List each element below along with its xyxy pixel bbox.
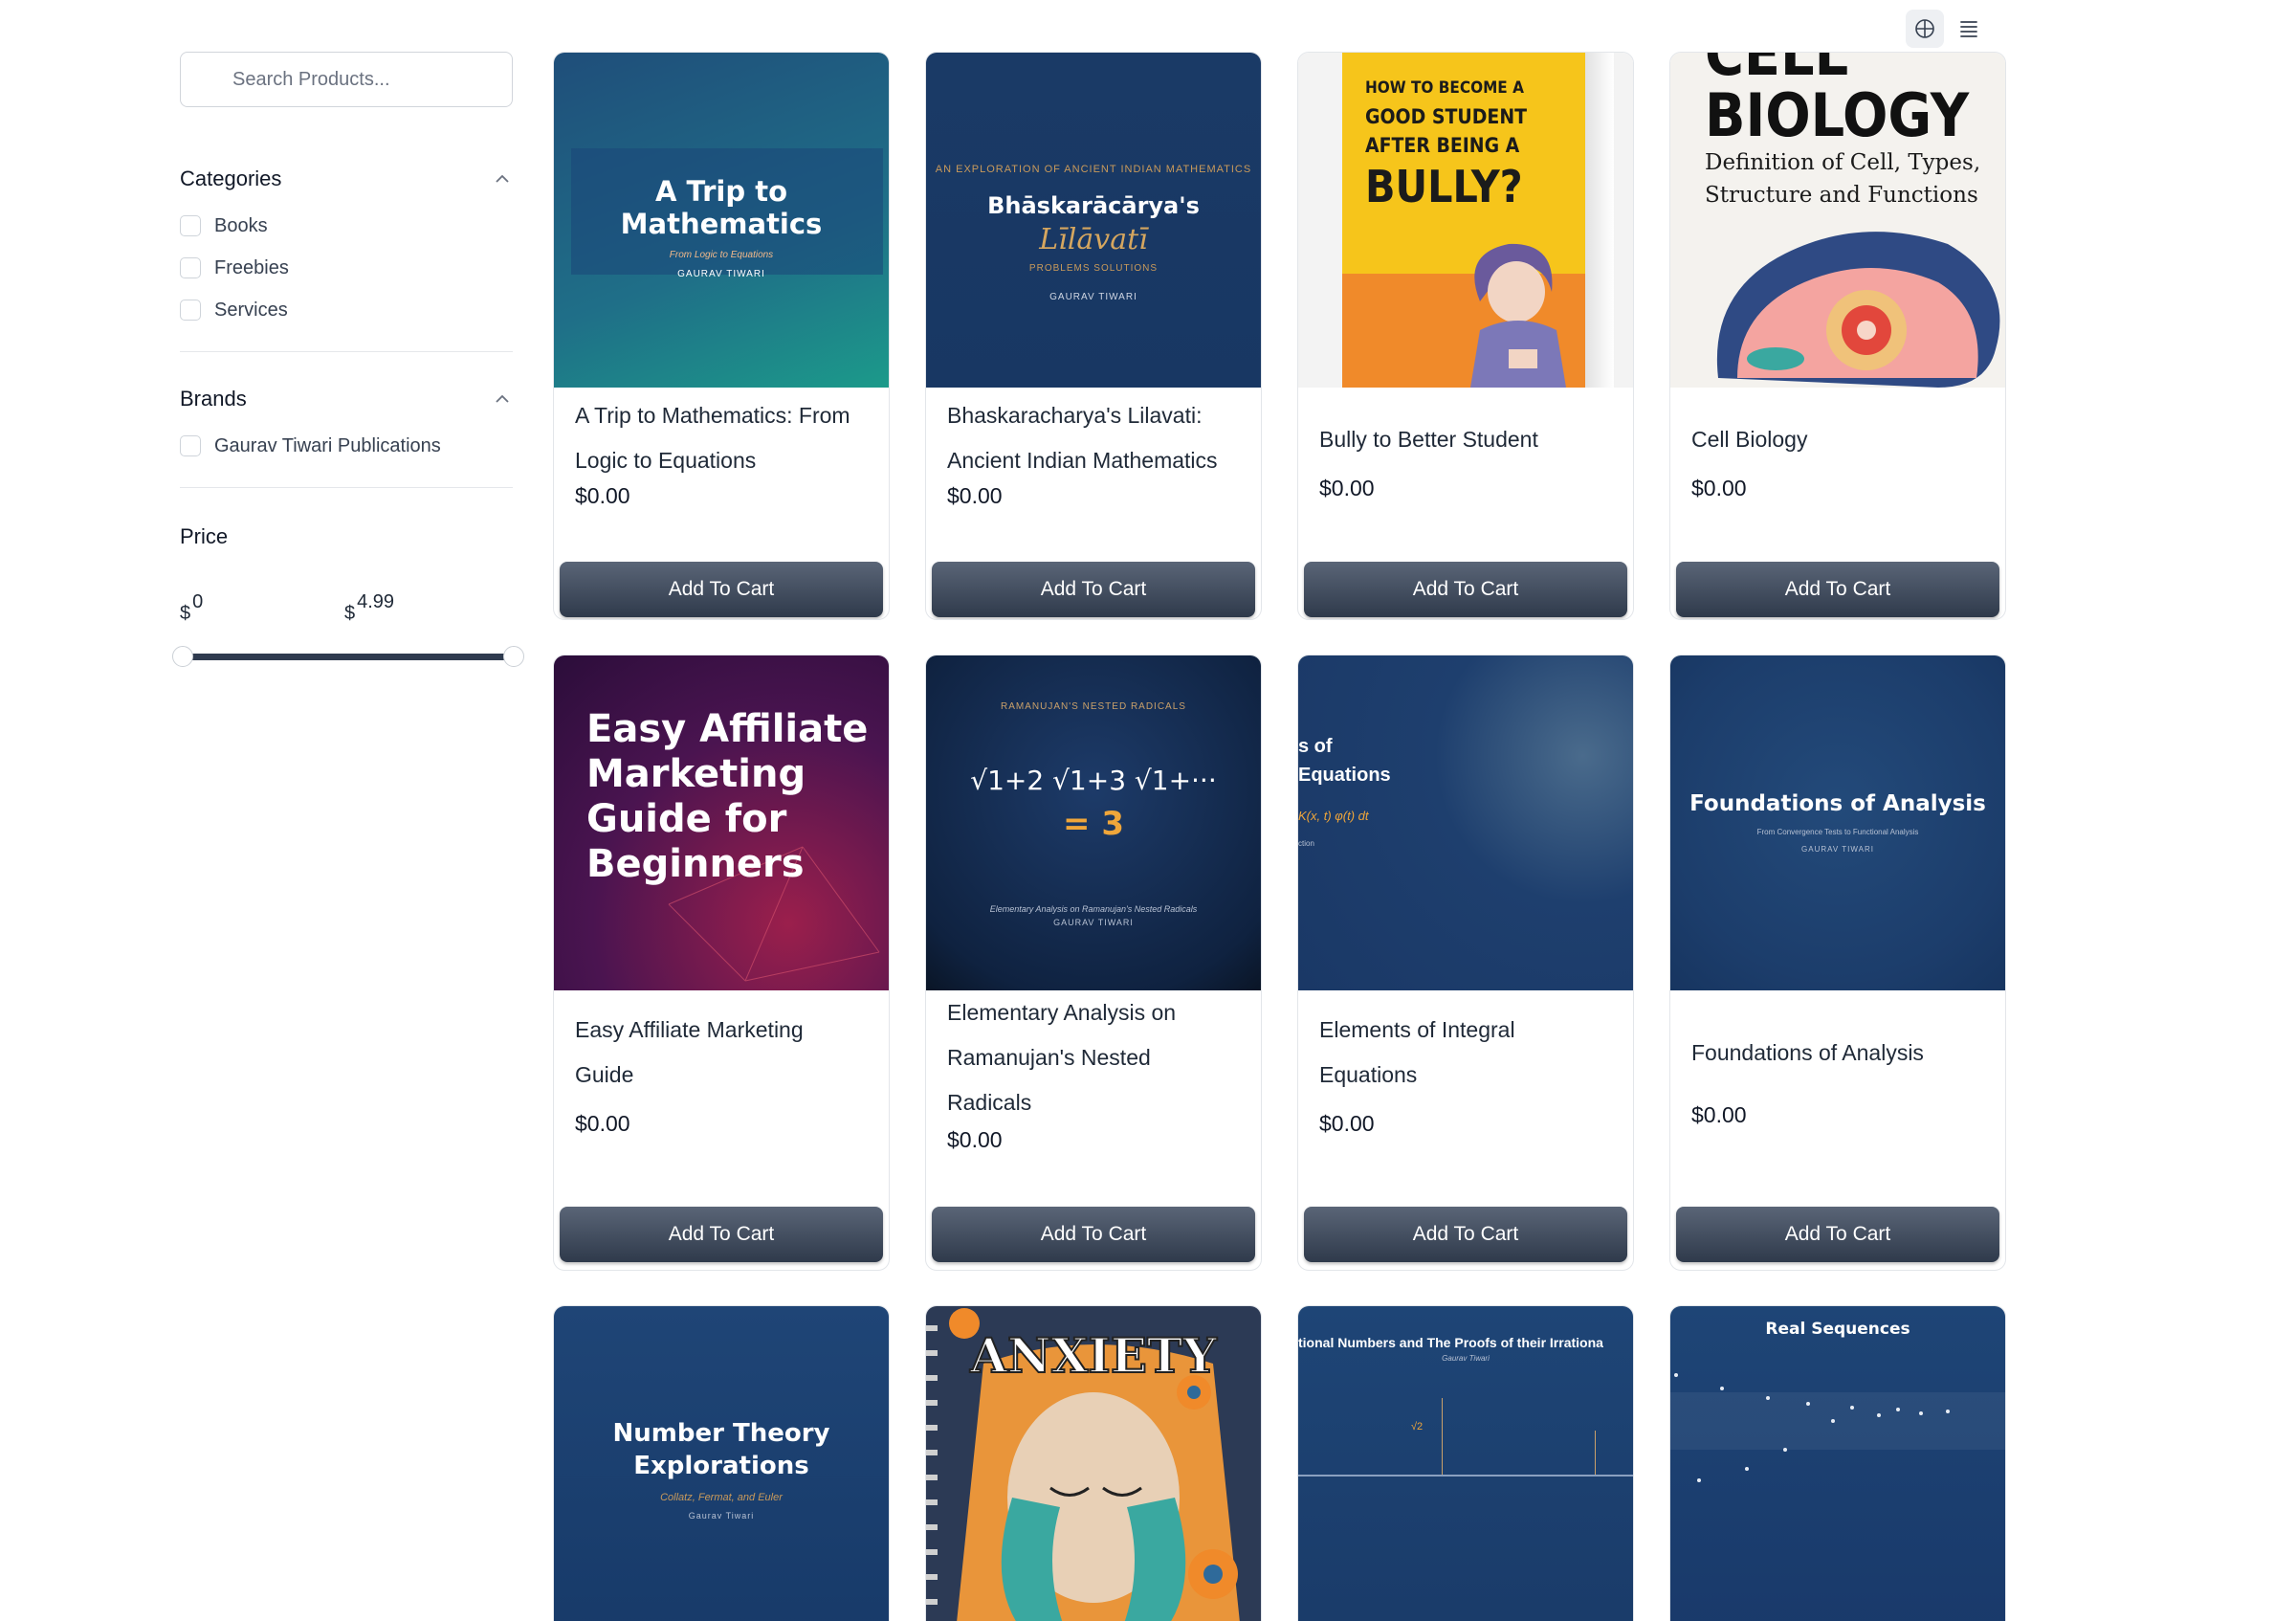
checkbox[interactable] — [180, 257, 201, 278]
product-cover-image[interactable]: tional Numbers and The Proofs of their I… — [1298, 1306, 1633, 1621]
grid-view-button[interactable] — [1906, 10, 1944, 48]
add-to-cart-button[interactable]: Add To Cart — [1304, 562, 1627, 617]
divider — [180, 487, 513, 488]
product-price: $0.00 — [1691, 476, 1747, 500]
product-card: tional Numbers and The Proofs of their I… — [1297, 1305, 1634, 1621]
price-min: $0 — [180, 591, 204, 624]
chevron-up-icon[interactable] — [492, 389, 513, 410]
product-card: Real Sequences — [1669, 1305, 2006, 1621]
product-price: $0.00 — [1319, 476, 1375, 500]
product-title[interactable]: Cell Biology — [1691, 417, 1984, 462]
product-title[interactable]: Easy Affiliate Marketing Guide — [575, 1008, 833, 1098]
product-cover-image[interactable]: HOW TO BECOME A GOOD STUDENT AFTER BEING… — [1298, 53, 1633, 388]
product-card: Easy Affiliate Marketing Guide for Begin… — [553, 655, 890, 1271]
product-card: CELL BIOLOGY Definition of Cell, Types, … — [1669, 52, 2006, 620]
product-card: ANXIETY — [925, 1305, 1262, 1621]
product-price: $0.00 — [1691, 1102, 1747, 1127]
product-card: HOW TO BECOME A GOOD STUDENT AFTER BEING… — [1297, 52, 1634, 620]
product-price: $0.00 — [575, 483, 630, 508]
option-label: Books — [214, 214, 268, 236]
product-cover-image[interactable]: ANXIETY — [926, 1306, 1261, 1621]
option-label: Services — [214, 299, 288, 321]
slider-track — [184, 654, 509, 660]
product-title[interactable]: A Trip to Mathematics: From Logic to Equ… — [575, 393, 868, 483]
add-to-cart-button[interactable]: Add To Cart — [560, 562, 883, 617]
product-price: $0.00 — [947, 483, 1003, 508]
add-to-cart-button[interactable]: Add To Cart — [1304, 1207, 1627, 1262]
categories-title: Categories — [180, 167, 282, 190]
product-cover-image[interactable]: Real Sequences — [1670, 1306, 2005, 1621]
product-title[interactable]: Bully to Better Student — [1319, 417, 1612, 462]
checkbox[interactable] — [180, 435, 201, 456]
add-to-cart-button[interactable]: Add To Cart — [1676, 1207, 1999, 1262]
list-view-icon — [1960, 21, 1977, 37]
list-view-button[interactable] — [1950, 10, 1988, 48]
brands-title: Brands — [180, 387, 247, 411]
product-cover-image[interactable]: A Trip to Mathematics From Logic to Equat… — [554, 53, 889, 388]
brands-header[interactable]: Brands — [180, 383, 513, 415]
price-filter: Price $0 $4.99 — [172, 521, 524, 670]
option-label: Gaurav Tiwari Publications — [214, 434, 441, 456]
brand-option-gaurav-tiwari-publications[interactable]: Gaurav Tiwari Publications — [180, 425, 513, 467]
search-input[interactable]: Search Products... — [180, 52, 513, 107]
product-cover-image[interactable]: AN EXPLORATION OF ANCIENT INDIAN MATHEMA… — [926, 53, 1261, 388]
product-cover-image[interactable]: CELL BIOLOGY Definition of Cell, Types, … — [1670, 53, 2005, 388]
price-header: Price — [180, 521, 513, 553]
product-title[interactable]: Bhaskaracharya's Lilavati: Ancient India… — [947, 393, 1240, 483]
slider-handle-max[interactable] — [503, 646, 524, 667]
add-to-cart-button[interactable]: Add To Cart — [1676, 562, 1999, 617]
product-price: $0.00 — [947, 1127, 1003, 1152]
product-card: Foundations of Analysis From Convergence… — [1669, 655, 2006, 1271]
category-option-books[interactable]: Books — [180, 205, 513, 247]
option-label: Freebies — [214, 256, 289, 278]
product-cover-image[interactable]: s of Equations K(x, t) φ(t) dt ction — [1298, 655, 1633, 990]
product-cover-image[interactable]: RAMANUJAN'S NESTED RADICALS √1+2 √1+3 √1… — [926, 655, 1261, 990]
add-to-cart-button[interactable]: Add To Cart — [560, 1207, 883, 1262]
divider — [180, 351, 513, 352]
slider-handle-min[interactable] — [172, 646, 193, 667]
product-title[interactable]: Elements of Integral Equations — [1319, 1008, 1612, 1098]
sequence-dots — [1674, 1373, 1950, 1482]
product-card: s of Equations K(x, t) φ(t) dt ction Ele… — [1297, 655, 1634, 1271]
categories-header[interactable]: Categories — [180, 163, 513, 195]
add-to-cart-button[interactable]: Add To Cart — [932, 1207, 1255, 1262]
product-price: $0.00 — [575, 1111, 630, 1136]
chevron-up-icon[interactable] — [492, 168, 513, 189]
product-title[interactable]: Foundations of Analysis — [1691, 1031, 1984, 1076]
cell-illustration — [1716, 232, 2000, 388]
product-card: AN EXPLORATION OF ANCIENT INDIAN MATHEMA… — [925, 52, 1262, 620]
category-option-freebies[interactable]: Freebies — [180, 247, 513, 289]
view-toggle — [1906, 10, 1988, 48]
price-title: Price — [180, 524, 229, 548]
product-card: Number Theory Explorations Collatz, Ferma… — [553, 1305, 890, 1621]
price-values: $0 $4.99 — [180, 578, 513, 635]
product-card: RAMANUJAN'S NESTED RADICALS √1+2 √1+3 √1… — [925, 655, 1262, 1271]
price-max: $4.99 — [344, 591, 395, 624]
product-cover-image[interactable]: Foundations of Analysis From Convergence… — [1670, 655, 2005, 990]
checkbox[interactable] — [180, 215, 201, 236]
filter-sidebar: Search Products... Categories Books Free… — [172, 52, 524, 670]
categories-filter: Categories Books Freebies Services — [180, 163, 513, 331]
add-to-cart-button[interactable]: Add To Cart — [932, 562, 1255, 617]
product-cover-image[interactable]: Number Theory Explorations Collatz, Ferma… — [554, 1306, 889, 1621]
category-option-services[interactable]: Services — [180, 289, 513, 331]
product-card: A Trip to Mathematics From Logic to Equat… — [553, 52, 890, 620]
product-cover-image[interactable]: Easy Affiliate Marketing Guide for Begin… — [554, 655, 889, 990]
price-range-slider[interactable] — [172, 643, 524, 670]
search-placeholder: Search Products... — [232, 68, 390, 90]
brands-filter: Brands Gaurav Tiwari Publications — [180, 383, 513, 467]
product-price: $0.00 — [1319, 1111, 1375, 1136]
checkbox[interactable] — [180, 300, 201, 321]
student-illustration — [1470, 243, 1566, 388]
grid-view-icon — [1915, 19, 1934, 38]
product-title[interactable]: Elementary Analysis on Ramanujan's Neste… — [947, 990, 1240, 1125]
